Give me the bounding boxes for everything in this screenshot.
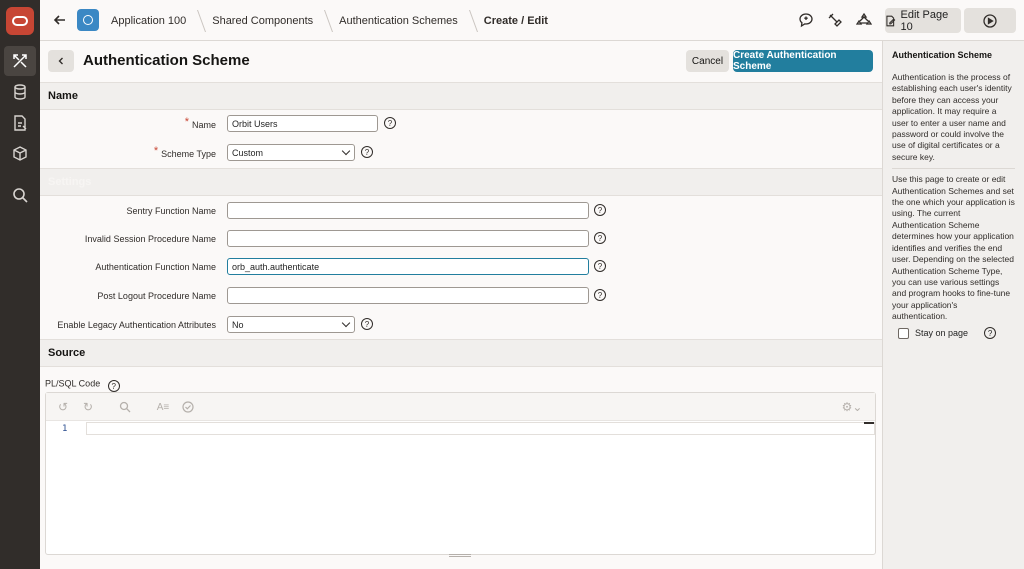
legacy-attrs-label: Enable Legacy Authentication Attributes — [57, 320, 216, 330]
oracle-logo-icon[interactable] — [6, 7, 34, 35]
help-paragraph-1: Authentication is the process of establi… — [892, 72, 1012, 162]
auth-function-row: Authentication Function Name orb_auth.au… — [40, 258, 882, 280]
section-source-header[interactable]: Source — [40, 339, 882, 367]
name-row: * Name Orbit Users ? — [40, 115, 882, 137]
play-icon — [983, 13, 997, 28]
edit-page-icon — [886, 15, 896, 26]
legacy-attrs-row: Enable Legacy Authentication Attributes … — [40, 316, 882, 338]
back-arrow-icon[interactable] — [52, 12, 68, 28]
chevron-down-icon — [341, 318, 351, 328]
code-editor[interactable]: ↺ ↻ A≡ ⚙⌄ 1 — [45, 392, 876, 555]
auth-function-input[interactable]: orb_auth.authenticate — [227, 258, 589, 275]
chevron-left-icon — [58, 57, 63, 65]
cancel-button[interactable]: Cancel — [686, 50, 729, 72]
autocomplete-icon[interactable]: A≡ — [156, 400, 170, 414]
run-page-button[interactable] — [964, 8, 1016, 33]
breadcrumb-separator — [192, 9, 207, 32]
plsql-code-label: PL/SQL Code ? — [45, 378, 120, 392]
post-logout-row: Post Logout Procedure Name ? — [40, 287, 882, 309]
required-indicator: * — [184, 116, 189, 128]
gallery-icon[interactable] — [4, 139, 36, 169]
required-indicator: * — [153, 145, 159, 157]
undo-icon[interactable]: ↺ — [56, 400, 70, 414]
edit-page-label: Edit Page 10 — [900, 8, 949, 33]
page-title: Authentication Scheme — [83, 52, 250, 69]
help-icon[interactable]: ? — [361, 318, 373, 330]
page-header: Authentication Scheme Cancel Create Auth… — [40, 41, 882, 82]
scheme-type-label: * Scheme Type — [153, 145, 216, 159]
help-panel: Authentication Scheme Authentication is … — [882, 41, 1024, 569]
create-authentication-scheme-button[interactable]: Create Authentication Scheme — [733, 50, 873, 72]
invalid-session-input[interactable] — [227, 230, 589, 247]
line-number: 1 — [62, 424, 68, 434]
app-builder-icon[interactable] — [4, 46, 36, 76]
help-icon[interactable]: ? — [984, 327, 997, 339]
invalid-session-label: Invalid Session Procedure Name — [84, 234, 216, 244]
legacy-attrs-value: No — [232, 320, 244, 330]
search-icon[interactable] — [4, 180, 36, 210]
shared-components-icon[interactable] — [856, 12, 872, 28]
help-paragraph-2: Use this page to create or edit Authenti… — [892, 174, 1015, 322]
help-icon[interactable]: ? — [594, 289, 606, 301]
breadcrumb-separator — [319, 9, 334, 32]
section-name-header[interactable]: Name — [40, 82, 882, 110]
auth-function-label: Authentication Function Name — [95, 262, 216, 272]
stay-on-page-row: Stay on page ? — [898, 327, 997, 339]
stay-on-page-checkbox[interactable] — [898, 327, 909, 339]
help-title: Authentication Scheme — [892, 50, 993, 60]
breadcrumb-current: Create / Edit — [483, 14, 548, 27]
application-icon[interactable] — [77, 9, 99, 31]
scheme-type-select[interactable]: Custom — [227, 144, 355, 161]
help-icon[interactable]: ? — [107, 380, 120, 392]
feedback-icon[interactable] — [798, 12, 814, 28]
help-icon[interactable]: ? — [361, 146, 373, 158]
name-label: * Name — [184, 116, 216, 130]
scheme-type-value: Custom — [232, 148, 264, 158]
code-line[interactable] — [86, 422, 875, 435]
help-divider — [892, 168, 1015, 170]
post-logout-input[interactable] — [227, 287, 589, 304]
validate-icon[interactable] — [181, 400, 195, 414]
section-settings-header[interactable]: Settings — [40, 168, 882, 196]
sentry-function-label: Sentry Function Name — [126, 206, 216, 216]
top-header: Application 100 Shared Components Authen… — [40, 0, 1024, 41]
post-logout-label: Post Logout Procedure Name — [97, 291, 216, 301]
debug-icon[interactable] — [827, 12, 843, 28]
search-icon[interactable] — [118, 400, 132, 414]
breadcrumb-shared-components[interactable]: Shared Components — [206, 15, 319, 27]
breadcrumb: Application 100 Shared Components Authen… — [105, 0, 554, 41]
chevron-down-icon — [341, 146, 351, 156]
back-button[interactable] — [48, 50, 74, 72]
scheme-type-row: * Scheme Type Custom ? — [40, 144, 882, 166]
legacy-attrs-select[interactable]: No — [227, 316, 355, 333]
team-development-icon[interactable] — [4, 108, 36, 138]
breadcrumb-authentication-schemes[interactable]: Authentication Schemes — [333, 15, 464, 27]
edit-page-button[interactable]: Edit Page 10 — [885, 8, 961, 33]
help-icon[interactable]: ? — [594, 232, 606, 244]
sentry-row: Sentry Function Name ? — [40, 202, 882, 224]
breadcrumb-separator — [463, 9, 478, 32]
name-input[interactable]: Orbit Users — [227, 115, 378, 132]
redo-icon[interactable]: ↻ — [81, 400, 95, 414]
stay-on-page-label[interactable]: Stay on page — [915, 328, 968, 338]
sql-workshop-icon[interactable] — [4, 77, 36, 107]
help-icon[interactable]: ? — [594, 204, 606, 216]
breadcrumb-application[interactable]: Application 100 — [105, 15, 192, 27]
editor-cursor-marker — [864, 422, 874, 424]
settings-gear-icon[interactable]: ⚙⌄ — [841, 400, 863, 414]
help-icon[interactable]: ? — [594, 260, 606, 272]
editor-toolbar: ↺ ↻ A≡ ⚙⌄ — [46, 393, 875, 421]
main-region: Authentication Scheme Cancel Create Auth… — [40, 41, 882, 569]
editor-resize-handle[interactable] — [449, 554, 471, 557]
help-icon[interactable]: ? — [384, 117, 396, 129]
nav-rail — [0, 0, 40, 569]
sentry-function-input[interactable] — [227, 202, 589, 219]
invalid-session-row: Invalid Session Procedure Name ? — [40, 230, 882, 252]
